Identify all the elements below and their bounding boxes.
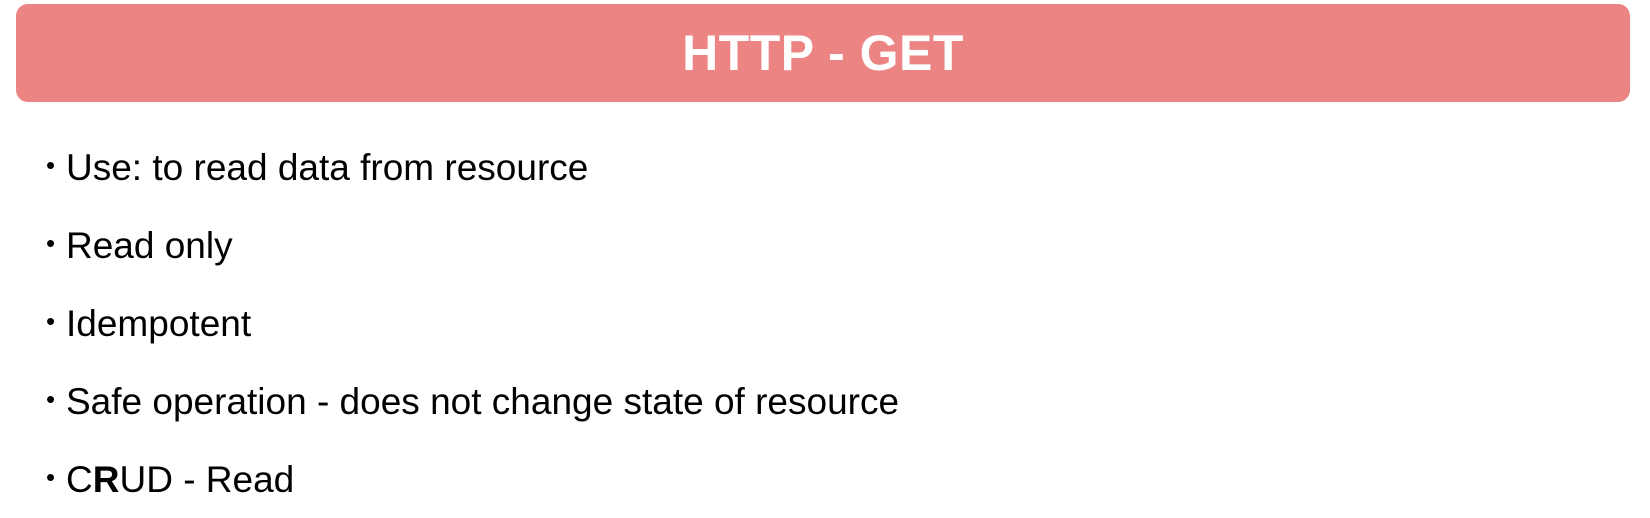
bullet-item: • Read only (46, 206, 899, 284)
bullet-dot-icon: • (46, 306, 56, 336)
crud-suffix: UD - Read (119, 458, 295, 500)
bullet-text: Read only (66, 224, 233, 266)
bullet-list: • Use: to read data from resource • Read… (46, 128, 899, 518)
bullet-text: Idempotent (66, 302, 252, 344)
bullet-item: • CRUD - Read (46, 440, 899, 518)
bullet-item: • Idempotent (46, 284, 899, 362)
slide-title: HTTP - GET (682, 25, 964, 81)
bullet-item: • Use: to read data from resource (46, 128, 899, 206)
bullet-dot-icon: • (46, 462, 56, 492)
bullet-dot-icon: • (46, 150, 56, 180)
title-bar: HTTP - GET (16, 4, 1630, 102)
bullet-dot-icon: • (46, 228, 56, 258)
bullet-text: Use: to read data from resource (66, 146, 589, 188)
bullet-text: Safe operation - does not change state o… (66, 380, 900, 422)
bullet-text: CRUD - Read (66, 461, 294, 498)
crud-highlight: R (92, 458, 120, 500)
crud-prefix: C (66, 458, 93, 500)
bullet-item: • Safe operation - does not change state… (46, 362, 899, 440)
bullet-dot-icon: • (46, 384, 56, 414)
